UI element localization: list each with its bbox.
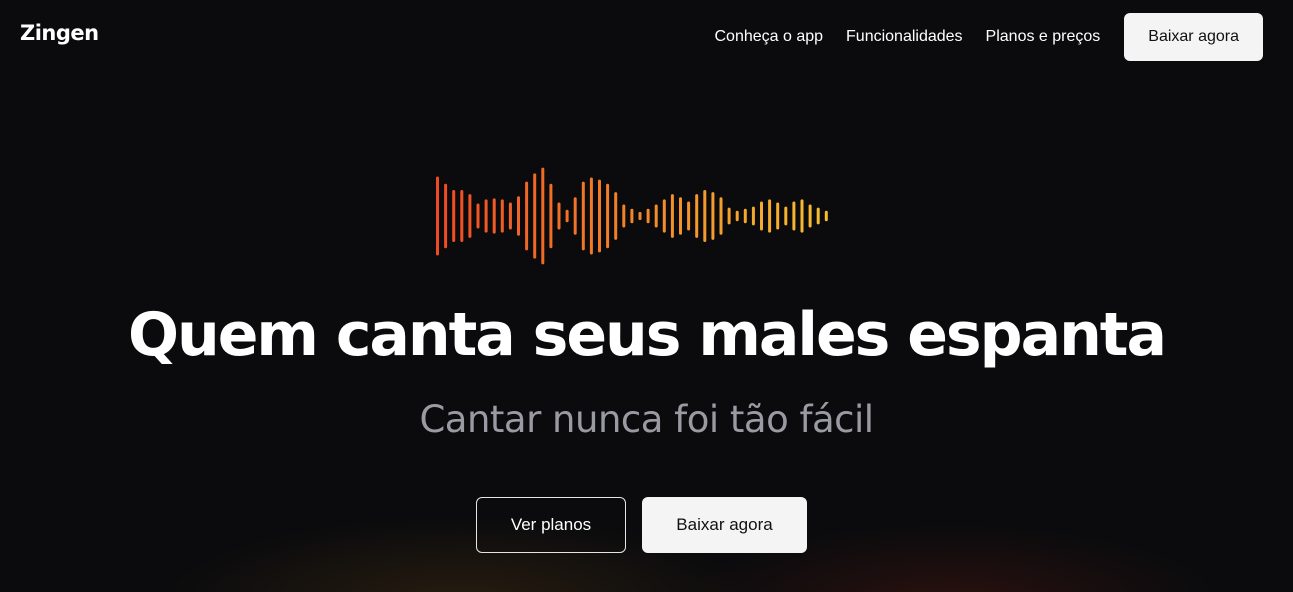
waveform-bar [573, 197, 577, 235]
waveform-bar [670, 194, 674, 238]
waveform-bar [776, 202, 780, 230]
waveform-bar [533, 173, 537, 259]
waveform-bar [452, 190, 456, 242]
waveform-bar [751, 206, 755, 226]
waveform-bar [589, 177, 593, 255]
waveform-bar [662, 199, 666, 233]
waveform-bar [549, 183, 553, 249]
waveform-bar [557, 202, 561, 230]
waveform-bar [541, 167, 545, 265]
download-now-button[interactable]: Baixar agora [642, 497, 807, 553]
waveform-bar [517, 196, 520, 236]
waveform-bar [760, 201, 763, 231]
waveform-bar [468, 194, 472, 238]
waveform-bar [444, 183, 448, 249]
waveform-bar [630, 208, 634, 224]
waveform-bar [460, 190, 464, 242]
site-header: Zingen Conheça o app Funcionalidades Pla… [0, 0, 1293, 74]
waveform-bar [768, 199, 772, 233]
waveform-bar [622, 204, 626, 228]
waveform-bar [719, 197, 723, 235]
waveform-bar [598, 179, 601, 253]
waveform-bar [476, 203, 480, 229]
waveform-bar [792, 201, 796, 231]
waveform-bar [711, 192, 715, 240]
waveform-bar [508, 202, 512, 230]
hero-subtitle: Cantar nunca foi tão fácil [419, 398, 874, 441]
waveform-bar [800, 199, 804, 233]
waveform-bar [784, 206, 788, 226]
waveform-bar [816, 207, 820, 225]
waveform-bar [565, 209, 569, 223]
waveform-bar [654, 204, 658, 228]
waveform-bar [824, 210, 828, 222]
waveform-bar [727, 207, 731, 225]
waveform-bar [638, 211, 642, 221]
waveform-bar [679, 197, 682, 235]
hero-title: Quem canta seus males espanta [128, 300, 1167, 370]
nav-link-pricing[interactable]: Planos e preços [986, 28, 1101, 46]
waveform-bar [606, 183, 610, 249]
nav-link-features[interactable]: Funcionalidades [846, 28, 963, 46]
waveform-bar [687, 201, 691, 231]
waveform-bar [695, 194, 699, 238]
waveform-bar [646, 208, 650, 224]
hero-actions: Ver planos Baixar agora [476, 497, 807, 553]
header-download-button[interactable]: Baixar agora [1124, 13, 1263, 61]
waveform-bar [500, 199, 504, 233]
waveform-bar [743, 208, 747, 224]
nav-link-app[interactable]: Conheça o app [714, 28, 823, 46]
waveform-bar [808, 204, 812, 228]
waveform-bar [492, 198, 496, 234]
waveform-bar [735, 210, 739, 222]
waveform-bar [614, 192, 618, 240]
view-plans-button[interactable]: Ver planos [476, 497, 626, 553]
waveform-bar [436, 176, 439, 256]
waveform-bar [581, 181, 585, 251]
waveform-bar [525, 181, 529, 251]
audio-waveform-icon [436, 167, 828, 265]
waveform-bar [484, 199, 488, 233]
brand-logo[interactable]: Zingen [20, 21, 99, 45]
waveform-bar [703, 190, 707, 242]
main-nav: Conheça o app Funcionalidades Planos e p… [714, 13, 1263, 61]
